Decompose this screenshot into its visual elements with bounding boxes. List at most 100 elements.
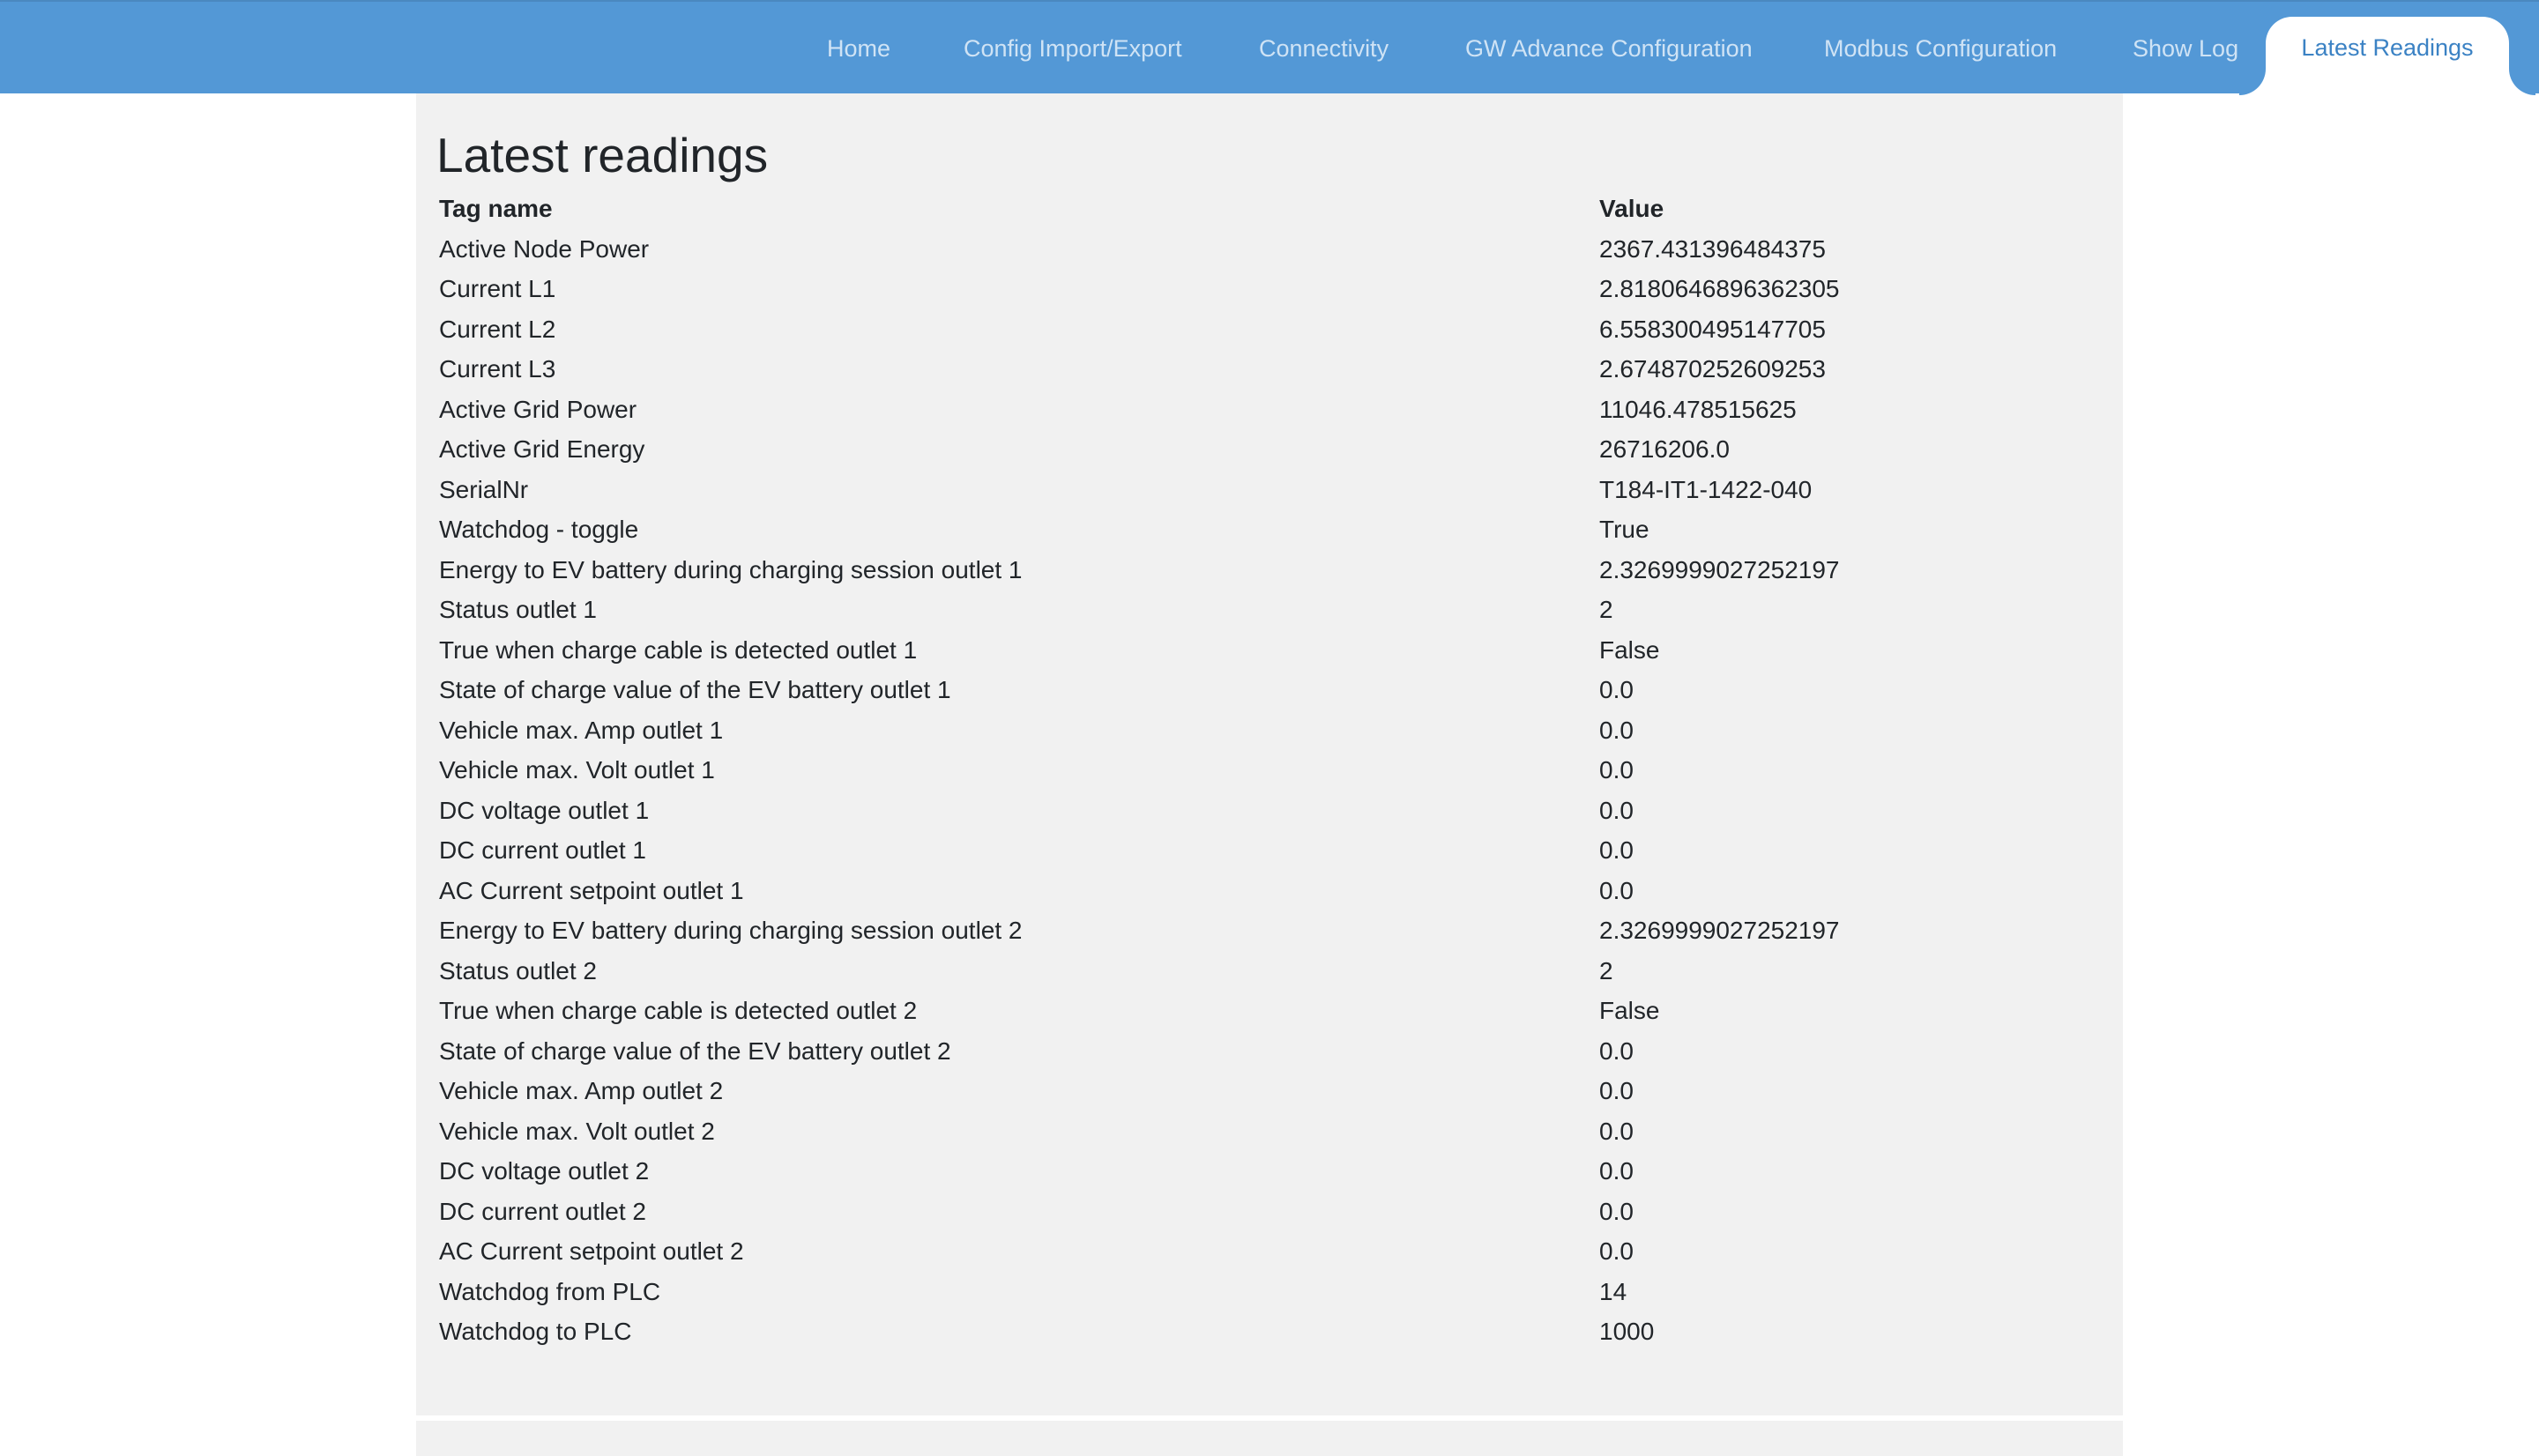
tag-name-cell: Watchdog from PLC: [439, 1277, 661, 1305]
value-cell: 0.0: [1599, 1157, 1634, 1185]
tag-name-cell: Energy to EV battery during charging ses…: [439, 555, 1023, 583]
value-cell: 0.0: [1599, 876, 1634, 904]
value-cell: 0.0: [1599, 1077, 1634, 1104]
panel-footer-section: [416, 1421, 2123, 1456]
nav-modbus-configuration[interactable]: Modbus Configuration: [1824, 2, 2057, 95]
value-cell: 2.3269999027252197: [1599, 917, 1840, 944]
value-cell: True: [1599, 516, 1649, 543]
table-row: Watchdog - toggle True: [439, 509, 2096, 550]
value-cell: 0.0: [1599, 676, 1634, 703]
value-cell: 0.0: [1599, 1036, 1634, 1065]
main-nav: Home Config Import/Export Connectivity G…: [0, 2, 2539, 95]
tag-name-cell: Watchdog to PLC: [439, 1318, 632, 1345]
tag-name-cell: True when charge cable is detected outle…: [439, 997, 918, 1024]
tag-name-cell: DC current outlet 2: [439, 1197, 646, 1225]
tag-name-cell: State of charge value of the EV battery …: [439, 1036, 951, 1065]
tag-name-cell: Current L2: [439, 315, 556, 343]
value-cell: 11046.478515625: [1599, 395, 1797, 423]
table-row: True when charge cable is detected outle…: [439, 991, 2096, 1031]
page-title: Latest readings: [436, 128, 769, 182]
table-row: AC Current setpoint outlet 2 0.0: [439, 1231, 2096, 1272]
value-cell: False: [1599, 997, 1660, 1024]
value-cell: 2.674870252609253: [1599, 355, 1826, 383]
tag-name-cell: Energy to EV battery during charging ses…: [439, 917, 1023, 944]
value-cell: T184-IT1-1422-040: [1599, 475, 1813, 503]
active-tab-curve-right: [2509, 69, 2535, 95]
tag-name-cell: Vehicle max. Volt outlet 2: [439, 1117, 715, 1145]
nav-connectivity[interactable]: Connectivity: [1259, 2, 1389, 95]
table-row: State of charge value of the EV battery …: [439, 670, 2096, 710]
value-cell: 0.0: [1599, 1197, 1634, 1225]
table-row: State of charge value of the EV battery …: [439, 1031, 2096, 1072]
value-cell: False: [1599, 635, 1660, 664]
tag-name-cell: Vehicle max. Amp outlet 2: [439, 1077, 724, 1104]
table-row: Watchdog from PLC 14: [439, 1272, 2096, 1312]
tag-name-cell: Watchdog - toggle: [439, 516, 639, 543]
table-row: Vehicle max. Volt outlet 1 0.0: [439, 750, 2096, 791]
tag-name-cell: DC current outlet 1: [439, 836, 646, 864]
table-row: Energy to EV battery during charging ses…: [439, 910, 2096, 951]
tag-name-cell: DC voltage outlet 2: [439, 1157, 650, 1185]
value-cell: 1000: [1599, 1318, 1655, 1345]
table-row: Current L3 2.674870252609253: [439, 349, 2096, 390]
table-row: DC current outlet 2 0.0: [439, 1192, 2096, 1232]
tag-name-cell: Active Node Power: [439, 234, 650, 263]
table-row: Active Node Power 2367.431396484375: [439, 229, 2096, 270]
tag-name-cell: State of charge value of the EV battery …: [439, 676, 951, 703]
value-cell: 0.0: [1599, 1117, 1634, 1145]
table-row: DC voltage outlet 2 0.0: [439, 1151, 2096, 1192]
table-header-row: Tag name Value: [439, 189, 2096, 229]
value-cell: 0.0: [1599, 756, 1634, 784]
table-row: DC current outlet 1 0.0: [439, 830, 2096, 871]
tag-name-cell: Status outlet 2: [439, 956, 598, 984]
table-row: Current L2 6.558300495147705: [439, 309, 2096, 350]
value-cell: 2: [1599, 956, 1613, 984]
readings-panel: Latest readings Tag name Value Active No…: [416, 93, 2123, 1415]
table-row: Active Grid Energy 26716206.0: [439, 429, 2096, 470]
value-cell: 26716206.0: [1599, 435, 1730, 463]
value-cell: 0.0: [1599, 1237, 1634, 1265]
nav-latest-readings[interactable]: Latest Readings: [2266, 17, 2509, 95]
value-cell: 2.3269999027252197: [1599, 555, 1840, 583]
column-header-tag-name: Tag name: [439, 195, 553, 222]
table-row: Status outlet 1 2: [439, 590, 2096, 630]
tag-name-cell: Active Grid Energy: [439, 435, 645, 463]
table-row: Current L1 2.8180646896362305: [439, 269, 2096, 309]
active-tab-curve-left: [2239, 69, 2266, 95]
table-row: Energy to EV battery during charging ses…: [439, 550, 2096, 591]
tag-name-cell: Current L3: [439, 355, 556, 383]
table-row: Vehicle max. Amp outlet 1 0.0: [439, 710, 2096, 751]
top-navigation-bar: Home Config Import/Export Connectivity G…: [0, 0, 2539, 95]
tag-name-cell: SerialNr: [439, 475, 529, 503]
nav-gw-advance-configuration[interactable]: GW Advance Configuration: [1465, 2, 1753, 95]
value-cell: 0.0: [1599, 796, 1634, 824]
tag-name-cell: True when charge cable is detected outle…: [439, 635, 918, 664]
tag-name-cell: Vehicle max. Amp outlet 1: [439, 716, 724, 744]
tag-name-cell: AC Current setpoint outlet 2: [439, 1237, 744, 1265]
tag-name-cell: Active Grid Power: [439, 395, 637, 423]
value-cell: 2367.431396484375: [1599, 234, 1826, 263]
value-cell: 0.0: [1599, 836, 1634, 864]
table-row: Vehicle max. Volt outlet 2 0.0: [439, 1111, 2096, 1152]
tag-name-cell: Status outlet 1: [439, 596, 598, 623]
table-row: SerialNr T184-IT1-1422-040: [439, 470, 2096, 510]
table-row: Vehicle max. Amp outlet 2 0.0: [439, 1071, 2096, 1111]
tag-name-cell: Vehicle max. Volt outlet 1: [439, 756, 715, 784]
column-header-value: Value: [1599, 195, 1664, 222]
table-row: Watchdog to PLC 1000: [439, 1311, 2096, 1352]
table-row: DC voltage outlet 1 0.0: [439, 791, 2096, 831]
value-cell: 2.8180646896362305: [1599, 275, 1840, 302]
tag-name-cell: Current L1: [439, 275, 556, 302]
readings-table: Tag name Value Active Node Power 2367.431…: [439, 189, 2096, 1352]
nav-show-log[interactable]: Show Log: [2133, 2, 2238, 95]
value-cell: 6.558300495147705: [1599, 315, 1826, 343]
value-cell: 2: [1599, 596, 1613, 623]
table-row: Status outlet 2 2: [439, 951, 2096, 992]
tag-name-cell: DC voltage outlet 1: [439, 796, 650, 824]
nav-home[interactable]: Home: [827, 2, 890, 95]
tag-name-cell: AC Current setpoint outlet 1: [439, 876, 744, 904]
table-row: AC Current setpoint outlet 1 0.0: [439, 871, 2096, 911]
nav-config-import-export[interactable]: Config Import/Export: [964, 2, 1182, 95]
value-cell: 0.0: [1599, 716, 1634, 744]
table-row: True when charge cable is detected outle…: [439, 630, 2096, 671]
